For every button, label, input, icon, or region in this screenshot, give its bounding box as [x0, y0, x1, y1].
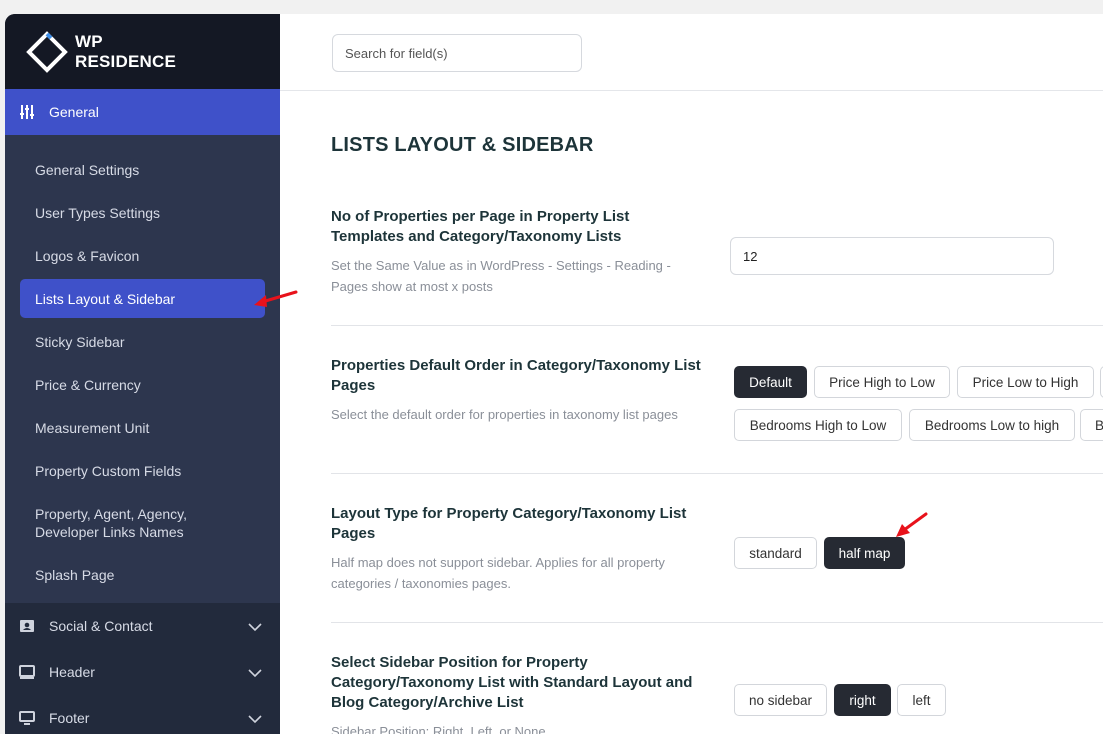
setting-per-page-desc: Set the Same Value as in WordPress - Set…: [331, 258, 671, 294]
sidebar-group-social-contact[interactable]: Social & Contact: [5, 603, 280, 649]
sidebar-group-header-label: Header: [49, 664, 95, 680]
chevron-down-icon: [248, 711, 262, 727]
layout-standard-button[interactable]: standard: [734, 537, 817, 569]
page-title: LISTS LAYOUT & SIDEBAR: [331, 134, 594, 156]
setting-default-order-label: Properties Default Order in Category/Tax…: [331, 357, 701, 394]
sidebar-group-footer-label: Footer: [49, 710, 90, 726]
sidebar-right-button[interactable]: right: [834, 684, 891, 716]
divider: [331, 622, 1103, 623]
setting-default-order-desc: Select the default order for properties …: [331, 407, 678, 422]
sidebar-group-general-label: General: [49, 104, 99, 120]
brand-line-1: WP: [75, 31, 103, 51]
per-page-input[interactable]: [730, 237, 1054, 275]
setting-per-page-label: No of Properties per Page in Property Li…: [331, 208, 630, 245]
sidebar-item-user-types-settings[interactable]: User Types Settings: [5, 191, 280, 234]
sidebar-item-links-names-label: Property, Agent, Agency, Developer Links…: [35, 505, 188, 540]
chevron-down-icon: [248, 619, 262, 635]
setting-layout-type-label: Layout Type for Property Category/Taxono…: [331, 505, 687, 542]
sidebar-item-general-settings[interactable]: General Settings: [5, 148, 280, 191]
sidebar-item-logos-favicon[interactable]: Logos & Favicon: [5, 234, 280, 277]
sidebar-group-social-contact-label: Social & Contact: [49, 618, 153, 634]
setting-layout-type-desc: Half map does not support sidebar. Appli…: [331, 555, 665, 591]
sidebar-item-links-names[interactable]: Property, Agent, Agency, Developer Links…: [5, 492, 280, 553]
sliders-icon: [19, 104, 35, 120]
sidebar-left-button[interactable]: left: [897, 684, 946, 716]
order-price-high-low-button[interactable]: Price High to Low: [814, 366, 950, 398]
order-default-button[interactable]: Default: [734, 366, 807, 398]
main-content: LISTS LAYOUT & SIDEBAR No of Properties …: [280, 14, 1103, 734]
general-submenu: General Settings User Types Settings Log…: [5, 135, 280, 603]
brand-line-2: RESIDENCE: [75, 51, 176, 71]
sidebar-item-splash-page[interactable]: Splash Page: [5, 553, 280, 596]
sidebar-group-general[interactable]: General: [5, 89, 280, 135]
sidebar-item-sticky-sidebar[interactable]: Sticky Sidebar: [5, 320, 280, 363]
setting-sidebar-position: Select Sidebar Position for Property Cat…: [331, 653, 1103, 734]
setting-sidebar-position-desc: Sidebar Position: Right, Left, or None: [331, 724, 546, 734]
annotation-arrow-icon: [896, 512, 928, 537]
desktop-icon: [19, 710, 35, 726]
sidebar-item-measurement-unit[interactable]: Measurement Unit: [5, 406, 280, 449]
divider: [331, 325, 1103, 326]
topbar: [280, 14, 1103, 91]
contact-card-icon: [19, 618, 35, 634]
layout-half-map-button[interactable]: half map: [824, 537, 905, 569]
sidebar-group-header[interactable]: Header: [5, 649, 280, 695]
chevron-down-icon: [248, 665, 262, 681]
app-window: WP RESIDENCE General General Settings Us…: [5, 14, 1103, 734]
sidebar: WP RESIDENCE General General Settings Us…: [5, 14, 280, 734]
sidebar-item-price-currency[interactable]: Price & Currency: [5, 363, 280, 406]
sidebar-group-footer[interactable]: Footer: [5, 695, 280, 734]
annotation-arrow-icon: [254, 290, 298, 307]
monitor-icon: [19, 664, 35, 680]
order-bedrooms-high-low-button[interactable]: Bedrooms High to Low: [734, 409, 902, 441]
sidebar-none-button[interactable]: no sidebar: [734, 684, 827, 716]
order-more-button-cut-2[interactable]: B: [1080, 409, 1103, 441]
wp-residence-logo-icon: [25, 30, 69, 74]
divider: [331, 473, 1103, 474]
setting-layout-type: Layout Type for Property Category/Taxono…: [331, 504, 1103, 594]
setting-sidebar-position-label: Select Sidebar Position for Property Cat…: [331, 654, 693, 711]
order-price-low-high-button[interactable]: Price Low to High: [957, 366, 1094, 398]
order-bedrooms-low-high-button[interactable]: Bedrooms Low to high: [909, 409, 1075, 441]
sidebar-item-property-custom-fields[interactable]: Property Custom Fields: [5, 449, 280, 492]
brand-name: WP RESIDENCE: [75, 32, 176, 72]
sidebar-item-lists-layout-sidebar[interactable]: Lists Layout & Sidebar: [20, 279, 265, 318]
search-input[interactable]: [332, 34, 582, 72]
brand: WP RESIDENCE: [5, 14, 280, 89]
